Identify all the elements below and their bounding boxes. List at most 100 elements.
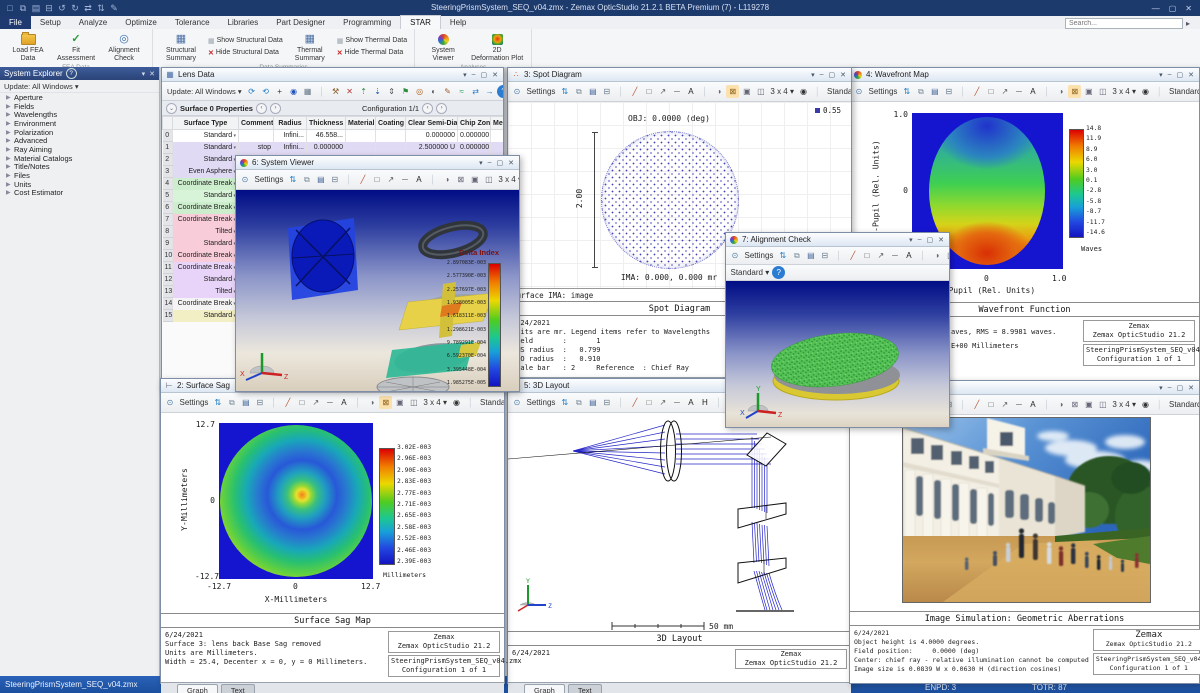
close-icon[interactable]: ✕ (492, 71, 498, 79)
insert-surface-icon[interactable]: + (273, 85, 286, 98)
settings-expand-icon[interactable]: ⊙ (853, 85, 866, 98)
sidebar-item[interactable]: ▶ Aperture (0, 93, 159, 102)
separator[interactable]: │ (614, 85, 627, 98)
minimize-icon[interactable]: — (1152, 4, 1160, 13)
record-icon[interactable]: ◉ (450, 396, 463, 409)
separator[interactable]: │ (614, 396, 627, 409)
separator[interactable]: │ (811, 85, 824, 98)
save-icon[interactable]: ▤ (804, 249, 817, 262)
rect-tool-icon[interactable]: □ (984, 398, 997, 411)
window-icon[interactable]: ▣ (1082, 398, 1095, 411)
expand-arrow-icon[interactable]: ▶ (6, 155, 14, 162)
text-tool-icon[interactable]: A (1026, 398, 1039, 411)
rect-tool-icon[interactable]: □ (295, 396, 308, 409)
print-icon[interactable]: ⊟ (600, 396, 613, 409)
chevron-down-icon[interactable]: ▾ (142, 70, 146, 78)
save-icon[interactable]: ▤ (586, 396, 599, 409)
expand-arrow-icon[interactable]: ▶ (6, 111, 14, 118)
expand-arrow-icon[interactable]: ▶ (6, 172, 14, 179)
sidebar-item[interactable]: ▶ Fields (0, 102, 159, 111)
minimize-icon[interactable]: – (918, 236, 922, 244)
structural-summary-button[interactable]: ▦ StructuralSummary (158, 30, 204, 63)
tab-graph[interactable]: Graph (177, 684, 218, 693)
menu-tab[interactable]: STAR (400, 15, 441, 29)
record-icon[interactable]: ◉ (1139, 398, 1152, 411)
window-icon[interactable]: ▣ (740, 85, 753, 98)
next-config-icon[interactable]: › (436, 103, 447, 114)
column-header[interactable]: Mech Semi-Dia (491, 117, 504, 130)
grid-select[interactable]: 3 x 4 ▾ (1110, 398, 1138, 411)
grid-select[interactable]: 3 x 4 ▾ (1110, 85, 1138, 98)
system-viewer-button[interactable]: SystemViewer (420, 30, 466, 63)
show-thermal-data-toggle[interactable]: ▦ Show Thermal Data (335, 35, 409, 46)
split-icon[interactable]: ◫ (407, 396, 420, 409)
expand-arrow-icon[interactable]: ▶ (6, 103, 14, 110)
sidebar-item[interactable]: ▶ Files (0, 171, 159, 180)
arrow-tool-icon[interactable]: ↗ (998, 85, 1011, 98)
maximize-icon[interactable]: ▢ (497, 159, 504, 167)
separator[interactable]: │ (1040, 398, 1053, 411)
expand-arrow-icon[interactable]: ▶ (6, 120, 14, 127)
menu-tab[interactable]: Setup (31, 16, 70, 29)
edit-icon[interactable]: ✎ (441, 85, 454, 98)
print-icon[interactable]: ⊟ (942, 85, 955, 98)
text-tool-icon[interactable]: A (684, 396, 697, 409)
hide-structural-data-toggle[interactable]: ✕ Hide Structural Data (206, 47, 285, 58)
crosshair-icon[interactable]: ⊠ (1068, 85, 1081, 98)
spot-diagram-titlebar[interactable]: ∴ 3: Spot Diagram ▾–▢✕ (508, 68, 851, 82)
dropdown-icon[interactable]: ▾ (811, 71, 815, 79)
undo-icon[interactable]: ↺ (56, 3, 68, 14)
ruler-icon[interactable]: ─ (398, 173, 411, 186)
ruler-icon[interactable]: ─ (670, 85, 683, 98)
separator[interactable]: │ (1040, 85, 1053, 98)
settings-label[interactable]: Settings (178, 396, 211, 409)
update-selector[interactable]: Update: All Windows ▾ (0, 80, 159, 93)
separator[interactable]: │ (712, 396, 725, 409)
settings-expand-icon[interactable]: ⊙ (511, 396, 524, 409)
system-viewer-titlebar[interactable]: 6: System Viewer ▾–▢✕ (236, 156, 519, 170)
alignment-check-button[interactable]: ◎ AlignmentCheck (101, 30, 147, 63)
save-icon[interactable]: ▤ (314, 173, 327, 186)
copy-icon[interactable]: ⧉ (790, 249, 803, 262)
deformation-plot-button[interactable]: 2DDeformation Plot (468, 30, 526, 63)
separator[interactable]: │ (698, 85, 711, 98)
window-icon[interactable]: ▣ (1082, 85, 1095, 98)
move-up-icon[interactable]: ⇡ (357, 85, 370, 98)
open-file-icon[interactable]: ⧉ (17, 3, 29, 14)
close-icon[interactable]: ✕ (1185, 4, 1192, 13)
arrow-tool-icon[interactable]: ↗ (998, 398, 1011, 411)
grid-select[interactable]: 3 x 4 ▾ (768, 85, 796, 98)
sidebar-item[interactable]: ▶ Advanced (0, 136, 159, 145)
tab-text[interactable]: Text (568, 684, 602, 693)
expand-arrow-icon[interactable]: ▶ (6, 163, 14, 170)
arrow-tool-icon[interactable]: ↗ (656, 85, 669, 98)
close-icon[interactable]: ✕ (508, 159, 514, 167)
grid-select[interactable]: 3 x 4 ▾ (496, 173, 519, 186)
update-selector[interactable]: Update: All Windows ▾ (164, 87, 245, 96)
settings-label[interactable]: Settings (253, 173, 286, 186)
collapse-icon[interactable]: ⌄ (166, 103, 177, 114)
copy-icon[interactable]: ⧉ (914, 85, 927, 98)
menu-tab[interactable]: Analyze (70, 16, 116, 29)
close-icon[interactable]: ✕ (938, 236, 944, 244)
alignment-viewport[interactable]: X Z Y (726, 281, 949, 427)
rect-tool-icon[interactable]: □ (370, 173, 383, 186)
maximize-icon[interactable]: ▢ (1169, 4, 1177, 13)
split-icon[interactable]: ◫ (754, 85, 767, 98)
minimize-icon[interactable]: – (820, 71, 824, 79)
column-header[interactable]: Thickness (307, 117, 346, 130)
save-icon[interactable]: ▤ (586, 85, 599, 98)
print-icon[interactable]: ⊟ (328, 173, 341, 186)
invert-icon[interactable]: ◑ (930, 249, 943, 262)
split-icon[interactable]: ◫ (482, 173, 495, 186)
split-icon[interactable]: ◫ (1096, 85, 1109, 98)
line-tool-icon[interactable]: ╱ (628, 396, 641, 409)
settings-label[interactable]: Settings (867, 85, 900, 98)
maximize-icon[interactable]: ▢ (1177, 384, 1184, 392)
tab-graph[interactable]: Graph (524, 684, 565, 693)
separator[interactable]: │ (426, 173, 439, 186)
ruler-icon[interactable]: ─ (1012, 398, 1025, 411)
ruler-icon[interactable]: ─ (888, 249, 901, 262)
crosshair-icon[interactable]: ⊠ (1068, 398, 1081, 411)
text-tool-icon[interactable]: A (412, 173, 425, 186)
